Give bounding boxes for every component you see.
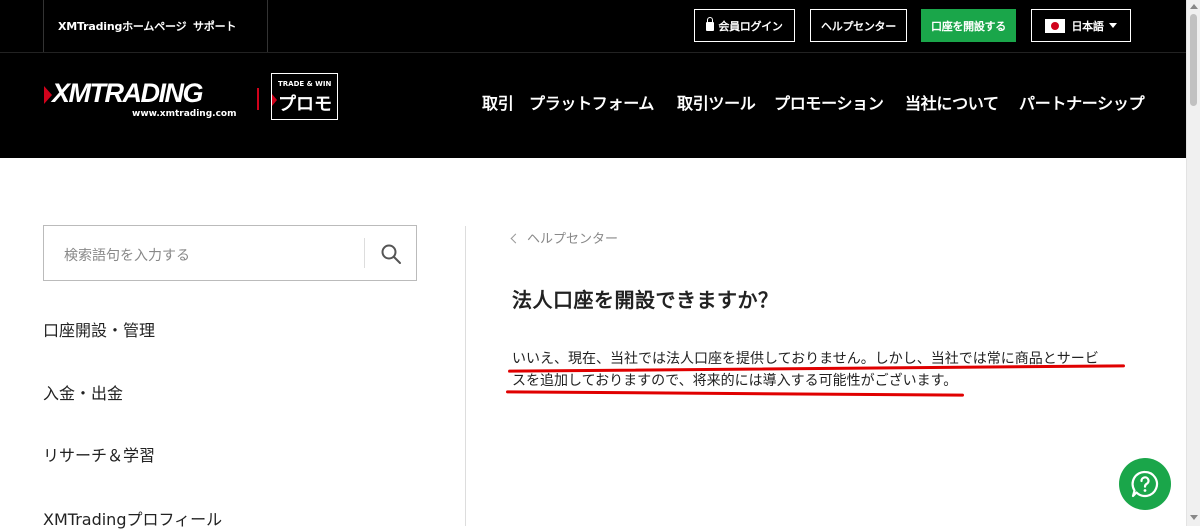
promo-badge[interactable]: TRADE & WIN プロモ xyxy=(271,73,338,120)
article-body-line: スを追加しておりますので、将来的には導入する可能性がございます。 xyxy=(512,373,958,389)
sidebar-item-profile[interactable]: XMTradingプロフィール xyxy=(43,506,222,530)
promo-small-text: TRADE & WIN xyxy=(278,80,332,88)
support-link[interactable]: サポート xyxy=(193,18,236,34)
help-center-button[interactable]: ヘルプセンター xyxy=(810,9,907,42)
search-icon[interactable] xyxy=(380,243,402,265)
topbar-divider xyxy=(43,0,44,52)
logo-text: XMTRADING xyxy=(52,78,204,108)
lock-icon xyxy=(706,17,715,31)
promo-mark-icon xyxy=(272,94,277,106)
help-chat-button[interactable] xyxy=(1119,458,1171,510)
logo-url: www.xmtrading.com xyxy=(132,109,237,119)
japan-flag-icon xyxy=(1045,18,1066,33)
search-divider xyxy=(364,238,365,268)
chevron-left-icon xyxy=(510,233,521,244)
language-label: 日本語 xyxy=(1071,19,1104,33)
member-login-button[interactable]: 会員ログイン xyxy=(694,9,795,42)
chevron-down-icon xyxy=(1108,23,1117,28)
sidebar-item-account[interactable]: 口座開設・管理 xyxy=(43,317,155,341)
breadcrumb-label: ヘルプセンター xyxy=(527,232,619,247)
search-placeholder: 検索語句を入力する xyxy=(64,248,190,264)
topbar-divider xyxy=(267,0,268,52)
nav-item-platform[interactable]: プラットフォーム xyxy=(529,90,654,114)
sidebar-item-research[interactable]: リサーチ＆学習 xyxy=(43,442,155,466)
scroll-down-icon[interactable] xyxy=(1190,515,1198,520)
homepage-link[interactable]: XMTradingホームページ xyxy=(58,18,187,34)
nav-item-partnership[interactable]: パートナーシップ xyxy=(1019,90,1145,114)
scroll-up-icon[interactable] xyxy=(1190,4,1198,9)
member-login-label: 会員ログイン xyxy=(718,19,783,33)
scroll-thumb[interactable] xyxy=(1190,14,1197,106)
breadcrumb[interactable]: ヘルプセンター xyxy=(510,228,619,247)
search-input[interactable]: 検索語句を入力する xyxy=(43,225,417,281)
open-account-label: 口座を開設する xyxy=(931,19,1006,33)
question-bubble-icon xyxy=(1131,470,1159,498)
nav-item-about[interactable]: 当社について xyxy=(905,90,999,114)
nav-item-trading[interactable]: 取引 xyxy=(482,90,514,114)
sidebar-item-deposit-withdraw[interactable]: 入金・出金 xyxy=(43,380,123,404)
open-account-button[interactable]: 口座を開設する xyxy=(921,9,1016,42)
logo-separator xyxy=(257,88,259,110)
xmtrading-logo[interactable]: XMTRADING www.xmtrading.com xyxy=(44,78,244,119)
page-scrollbar[interactable] xyxy=(1186,0,1200,526)
logo-mark-icon xyxy=(44,86,52,104)
language-selector[interactable]: 日本語 xyxy=(1031,9,1131,42)
help-center-label: ヘルプセンター xyxy=(821,19,896,33)
top-utility-bar: XMTradingホームページ サポート 会員ログイン ヘルプセンター 口座を開… xyxy=(0,0,1186,52)
promo-main-text: プロモ xyxy=(278,94,332,115)
nav-item-trading-tools[interactable]: 取引ツール xyxy=(677,90,756,114)
page-title: 法人口座を開設できますか？ xyxy=(512,288,779,312)
nav-item-promotion[interactable]: プロモーション xyxy=(774,90,884,114)
column-divider xyxy=(465,226,466,526)
